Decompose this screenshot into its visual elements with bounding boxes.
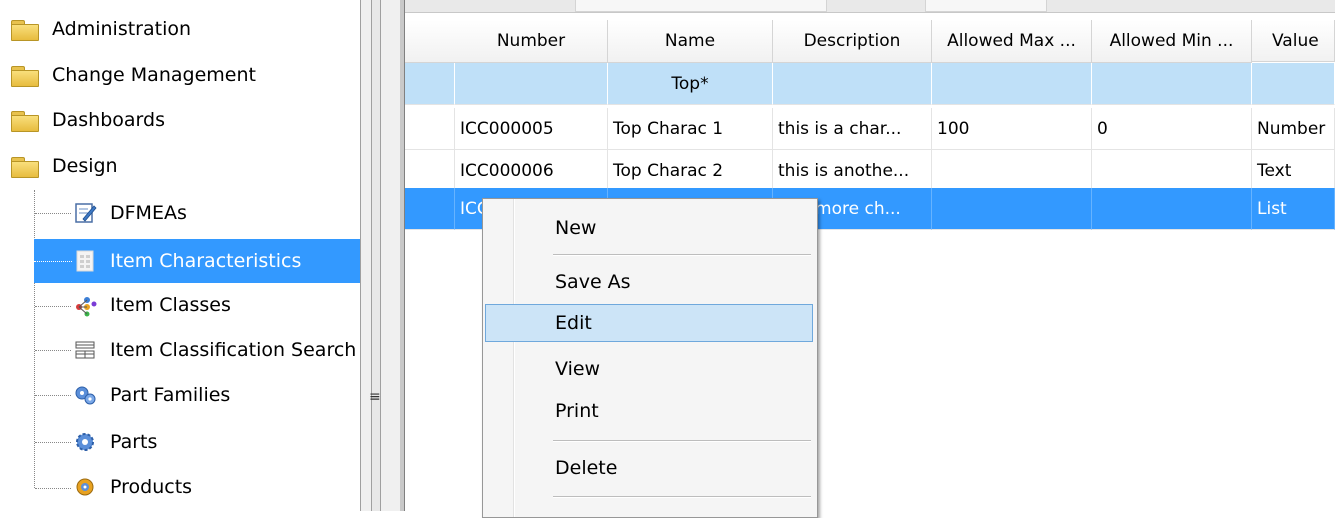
menu-item-print[interactable]: Print bbox=[485, 392, 813, 430]
tab-ghost[interactable] bbox=[575, 0, 827, 12]
filter-cell-allowed-min[interactable] bbox=[1092, 63, 1252, 105]
menu-item-save-as[interactable]: Save As bbox=[485, 263, 813, 301]
item-characteristics-icon bbox=[72, 248, 98, 274]
tree-item-dfmeas[interactable]: DFMEAs bbox=[72, 194, 187, 232]
menu-item-delete[interactable]: Delete bbox=[485, 449, 813, 487]
navigation-tree: Administration Change Management Dashboa… bbox=[0, 0, 360, 511]
column-header-number[interactable]: Number bbox=[455, 20, 608, 63]
menu-separator bbox=[553, 496, 811, 498]
cell-name[interactable]: Top Charac 2 bbox=[608, 150, 773, 192]
column-header-value[interactable]: Value bbox=[1252, 20, 1335, 62]
menu-item-label: Print bbox=[555, 400, 599, 422]
tree-item-item-classification-search[interactable]: Item Classification Search bbox=[72, 331, 356, 369]
row-header-corner bbox=[405, 20, 456, 63]
cell-allowed-max[interactable] bbox=[932, 150, 1092, 192]
tree-item-item-classes[interactable]: Item Classes bbox=[72, 286, 231, 324]
row-header[interactable] bbox=[405, 188, 455, 230]
folder-icon bbox=[8, 64, 40, 87]
cell-allowed-min[interactable] bbox=[1092, 150, 1252, 192]
tree-item-part-families[interactable]: Part Families bbox=[72, 376, 230, 414]
column-header-description[interactable]: Description bbox=[773, 20, 932, 63]
filter-cell-allowed-max[interactable] bbox=[932, 63, 1092, 105]
tree-item-label: Item Classes bbox=[110, 294, 231, 316]
row-header[interactable] bbox=[405, 108, 455, 150]
column-header-allowed-min[interactable]: Allowed Min ... bbox=[1092, 20, 1252, 63]
tree-item-label: Part Families bbox=[110, 384, 231, 406]
tree-folder-dashboards[interactable]: Dashboards bbox=[8, 101, 165, 139]
tree-item-label: Item Classification Search bbox=[110, 339, 357, 361]
tree-folder-label: Dashboards bbox=[52, 109, 165, 131]
tree-item-label: DFMEAs bbox=[110, 202, 187, 224]
cell-value[interactable]: List bbox=[1252, 188, 1335, 230]
tree-folder-label: Change Management bbox=[52, 64, 256, 86]
menu-item-label: View bbox=[555, 358, 601, 380]
filter-cell-description[interactable] bbox=[773, 63, 932, 105]
dfmea-icon bbox=[72, 200, 98, 226]
cell-value[interactable]: Number bbox=[1252, 108, 1335, 150]
tree-folder-administration[interactable]: Administration bbox=[8, 10, 191, 48]
column-header-allowed-max[interactable]: Allowed Max ... bbox=[932, 20, 1092, 63]
cell-name[interactable]: Top Charac 1 bbox=[608, 108, 773, 150]
filter-cell-name[interactable]: Top* bbox=[608, 63, 773, 105]
tree-folder-label: Administration bbox=[52, 18, 192, 40]
row-header[interactable] bbox=[405, 150, 455, 192]
cell-description[interactable]: this is a char... bbox=[773, 108, 932, 150]
tree-folder-design[interactable]: Design bbox=[8, 147, 118, 185]
menu-item-label: New bbox=[555, 217, 597, 239]
splitter-grip-icon[interactable]: ≡ bbox=[369, 389, 381, 405]
parts-icon bbox=[72, 429, 98, 455]
menu-item-label: Save As bbox=[555, 271, 631, 293]
tree-folder-change-management[interactable]: Change Management bbox=[8, 56, 256, 94]
folder-icon bbox=[8, 18, 40, 41]
menu-item-view[interactable]: View bbox=[485, 350, 813, 388]
cell-allowed-min[interactable] bbox=[1092, 188, 1252, 230]
tree-item-label: Products bbox=[110, 476, 193, 498]
tree-item-parts[interactable]: Parts bbox=[72, 423, 157, 461]
item-classes-icon bbox=[72, 292, 98, 318]
part-families-icon bbox=[72, 382, 98, 408]
cell-value[interactable]: Text bbox=[1252, 150, 1335, 192]
tree-folder-label: Design bbox=[52, 155, 118, 177]
products-icon bbox=[72, 474, 98, 500]
menu-separator bbox=[553, 254, 811, 256]
menu-item-new[interactable]: New bbox=[485, 209, 813, 247]
tree-item-label: Parts bbox=[110, 431, 158, 453]
context-menu: New Save As Edit View Print Delete bbox=[482, 198, 818, 518]
filter-cell-number[interactable] bbox=[455, 63, 608, 105]
tab-ghost[interactable] bbox=[925, 0, 1047, 12]
splitter[interactable] bbox=[360, 0, 401, 511]
menu-item-label: Edit bbox=[555, 312, 592, 334]
cell-number[interactable]: ICC000006 bbox=[455, 150, 608, 192]
item-classification-search-icon bbox=[72, 337, 98, 363]
column-header-name[interactable]: Name bbox=[608, 20, 773, 63]
filter-cell-value[interactable] bbox=[1252, 63, 1335, 105]
tree-item-item-characteristics[interactable]: Item Characteristics bbox=[34, 239, 360, 283]
cell-allowed-min[interactable]: 0 bbox=[1092, 108, 1252, 150]
tree-item-products[interactable]: Products bbox=[72, 468, 192, 506]
cell-allowed-max[interactable] bbox=[932, 188, 1092, 230]
tree-connector bbox=[34, 190, 35, 488]
menu-item-label: Delete bbox=[555, 457, 618, 479]
tree-item-label: Item Characteristics bbox=[110, 250, 302, 272]
splitter-bar bbox=[371, 0, 381, 511]
cell-allowed-max[interactable]: 100 bbox=[932, 108, 1092, 150]
folder-icon bbox=[8, 109, 40, 132]
tab-strip bbox=[405, 0, 1335, 13]
folder-icon bbox=[8, 155, 40, 178]
menu-separator bbox=[553, 440, 811, 442]
cell-description[interactable]: this is anothe... bbox=[773, 150, 932, 192]
menu-item-edit[interactable]: Edit bbox=[485, 304, 813, 342]
filter-cell bbox=[405, 63, 455, 105]
cell-number[interactable]: ICC000005 bbox=[455, 108, 608, 150]
